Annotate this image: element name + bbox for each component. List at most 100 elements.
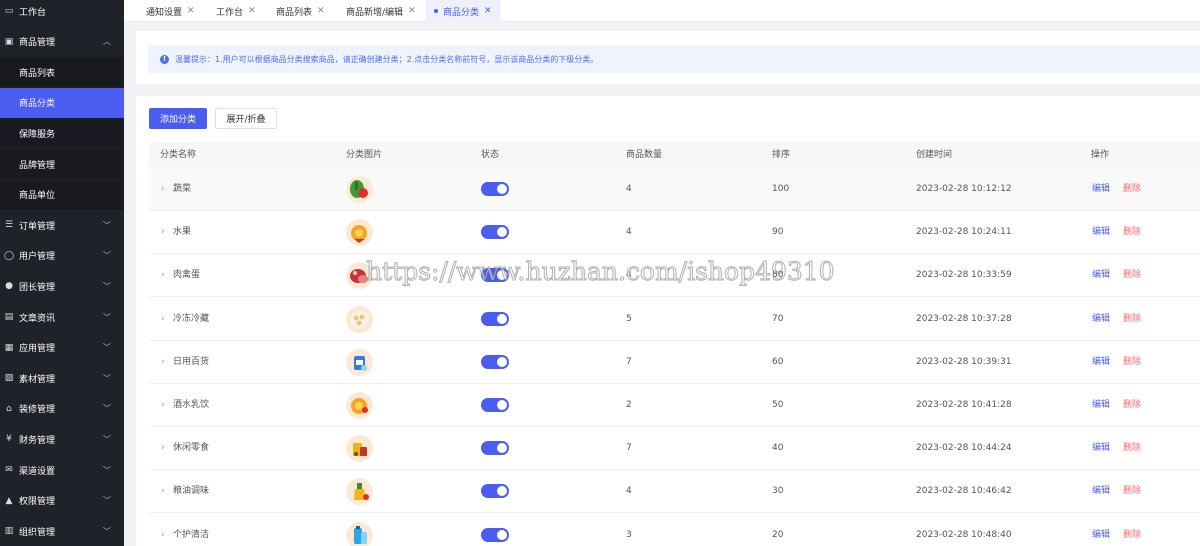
sidebar-item-guarantee[interactable]: 保障服务 [0, 118, 124, 149]
sidebar-item-apps[interactable]: ▦ 应用管理 ﹀ [0, 333, 124, 363]
sidebar-item-goods-list[interactable]: 商品列表 [0, 57, 124, 88]
sidebar-item-brand[interactable]: 品牌管理 [0, 149, 124, 179]
tab-label: 商品分类 [443, 7, 480, 18]
expand-collapse-button[interactable]: 展开/折叠 [215, 108, 277, 129]
sidebar-item-decoration[interactable]: ⌂ 装修管理 ﹀ [0, 394, 124, 424]
sidebar-item-workbench[interactable]: ▭ 工作台 [0, 0, 124, 26]
monitor-icon: ▭ [4, 6, 14, 16]
tab-0[interactable]: 通知设置 ✕ [138, 0, 203, 22]
add-category-button[interactable]: 添加分类 [149, 108, 207, 129]
sort-value: 40 [772, 443, 784, 454]
delete-link[interactable]: 删除 [1123, 341, 1141, 384]
sidebar-item-label: 保障服务 [19, 129, 56, 140]
chevron-right-icon[interactable]: › [161, 168, 165, 211]
table-header: 分类名称 分类图片 状态 商品数量 排序 创建时间 操作 [149, 142, 1200, 168]
tab-label: 通知设置 [146, 7, 183, 18]
chevron-right-icon[interactable]: › [161, 298, 165, 341]
edit-link[interactable]: 编辑 [1092, 384, 1110, 427]
goods-count: 4 [626, 227, 632, 238]
chevron-right-icon[interactable]: › [161, 341, 165, 384]
sort-value: 30 [772, 486, 784, 497]
column-header-sort: 排序 [772, 150, 791, 160]
message-icon: ▤ [4, 312, 14, 322]
sort-value: 70 [772, 313, 784, 324]
delete-link[interactable]: 删除 [1123, 427, 1141, 470]
sidebar-item-orders[interactable]: ☰ 订单管理 ﹀ [0, 210, 124, 240]
close-icon[interactable]: ✕ [408, 6, 416, 16]
edit-link[interactable]: 编辑 [1092, 254, 1110, 297]
sidebar-item-label: 素材管理 [19, 374, 56, 385]
tab-4[interactable]: 商品分类 ✕ [426, 0, 500, 22]
sort-value: 20 [772, 529, 784, 540]
sidebar-item-permissions[interactable]: ▲ 权限管理 ﹀ [0, 486, 124, 516]
status-toggle[interactable] [481, 441, 509, 456]
category-image [346, 478, 373, 506]
delete-link[interactable]: 删除 [1123, 298, 1141, 341]
edit-link[interactable]: 编辑 [1092, 298, 1110, 341]
status-toggle[interactable] [481, 398, 509, 412]
sidebar-item-label: 财务管理 [19, 435, 56, 446]
created-time: 2023-02-28 10:12:12 [916, 184, 1012, 194]
close-icon[interactable]: ✕ [484, 6, 492, 16]
category-name: 休闲零食 [173, 443, 210, 454]
sidebar-item-articles[interactable]: ▤ 文章资讯 ﹀ [0, 302, 124, 332]
category-name: 肉禽蛋 [173, 270, 201, 281]
sidebar-item-label: 商品分类 [19, 99, 56, 110]
edit-link[interactable]: 编辑 [1092, 168, 1110, 211]
chevron-right-icon[interactable]: › [161, 427, 165, 470]
delete-link[interactable]: 删除 [1123, 470, 1141, 513]
delete-link[interactable]: 删除 [1123, 211, 1141, 254]
delete-link[interactable]: 删除 [1123, 168, 1141, 211]
sidebar-item-goods-category[interactable]: 商品分类 [0, 87, 124, 118]
delete-link[interactable]: 删除 [1123, 384, 1141, 427]
status-toggle[interactable] [481, 311, 509, 326]
chevron-down-icon: ﹀ [103, 281, 111, 291]
table-row: › 酒水乳饮 2 50 2023-02-28 10:41:28 编辑 删除 [149, 384, 1200, 427]
sidebar-item-goods[interactable]: ▣ 商品管理 ︿ [0, 27, 124, 57]
status-toggle[interactable] [481, 225, 509, 240]
chevron-right-icon[interactable]: › [161, 254, 165, 297]
status-toggle[interactable] [481, 354, 509, 369]
goods-count: 7 [626, 356, 632, 367]
delete-link[interactable]: 删除 [1123, 514, 1141, 546]
table-row: › 蔬菜 4 100 2023-02-28 10:12:12 编辑 删除 [149, 168, 1200, 211]
sidebar-item-unit[interactable]: 商品单位 [0, 179, 124, 210]
sidebar-item-organization[interactable]: ▥ 组织管理 ﹀ [0, 516, 124, 546]
edit-link[interactable]: 编辑 [1092, 514, 1110, 546]
chevron-right-icon[interactable]: › [161, 211, 165, 254]
sidebar-item-materials[interactable]: ▨ 素材管理 ﹀ [0, 363, 124, 393]
close-icon[interactable]: ✕ [248, 6, 256, 16]
sidebar-item-channels[interactable]: ✉ 渠道设置 ﹀ [0, 455, 124, 485]
category-image [346, 219, 373, 247]
created-time: 2023-02-28 10:46:42 [916, 486, 1012, 497]
chevron-down-icon: ﹀ [103, 465, 111, 475]
status-toggle[interactable] [481, 182, 509, 196]
chevron-right-icon[interactable]: › [161, 384, 165, 427]
tab-1[interactable]: 工作台 ✕ [208, 0, 264, 22]
goods-count: 7 [626, 443, 632, 454]
notice-text: 温馨提示：1.用户可以根据商品分类搜索商品，请正确创建分类；2.点击分类名称前符… [175, 54, 599, 64]
edit-link[interactable]: 编辑 [1092, 341, 1110, 384]
column-header-count: 商品数量 [626, 150, 663, 160]
sidebar-item-label: 渠道设置 [19, 466, 56, 477]
close-icon[interactable]: ✕ [317, 6, 325, 16]
list-icon: ☰ [4, 220, 14, 231]
sidebar-item-leaders[interactable]: ● 团长管理 ﹀ [0, 271, 124, 301]
sidebar-item-label: 订单管理 [19, 221, 56, 232]
edit-link[interactable]: 编辑 [1092, 427, 1110, 470]
tab-3[interactable]: 商品新增/编辑 ✕ [338, 0, 424, 22]
status-toggle[interactable] [481, 527, 509, 542]
category-image [346, 348, 373, 376]
sidebar-item-finance[interactable]: ¥ 财务管理 ﹀ [0, 424, 124, 454]
chevron-right-icon[interactable]: › [161, 470, 165, 513]
chevron-right-icon[interactable]: › [161, 514, 165, 546]
tab-2[interactable]: 商品列表 ✕ [268, 0, 333, 22]
edit-link[interactable]: 编辑 [1092, 211, 1110, 254]
person-filled-icon: ● [5, 281, 13, 292]
edit-link[interactable]: 编辑 [1092, 470, 1110, 513]
status-toggle[interactable] [481, 484, 509, 499]
delete-link[interactable]: 删除 [1123, 254, 1141, 297]
sidebar: ▭ 工作台 ▣ 商品管理 ︿ 商品列表商品分类保障服务品牌管理 商品单位 ☰ 订单管理 ﹀ ◯ 用户管… [0, 0, 124, 546]
close-icon[interactable]: ✕ [187, 6, 195, 16]
sidebar-item-users[interactable]: ◯ 用户管理 ﹀ [0, 241, 124, 271]
